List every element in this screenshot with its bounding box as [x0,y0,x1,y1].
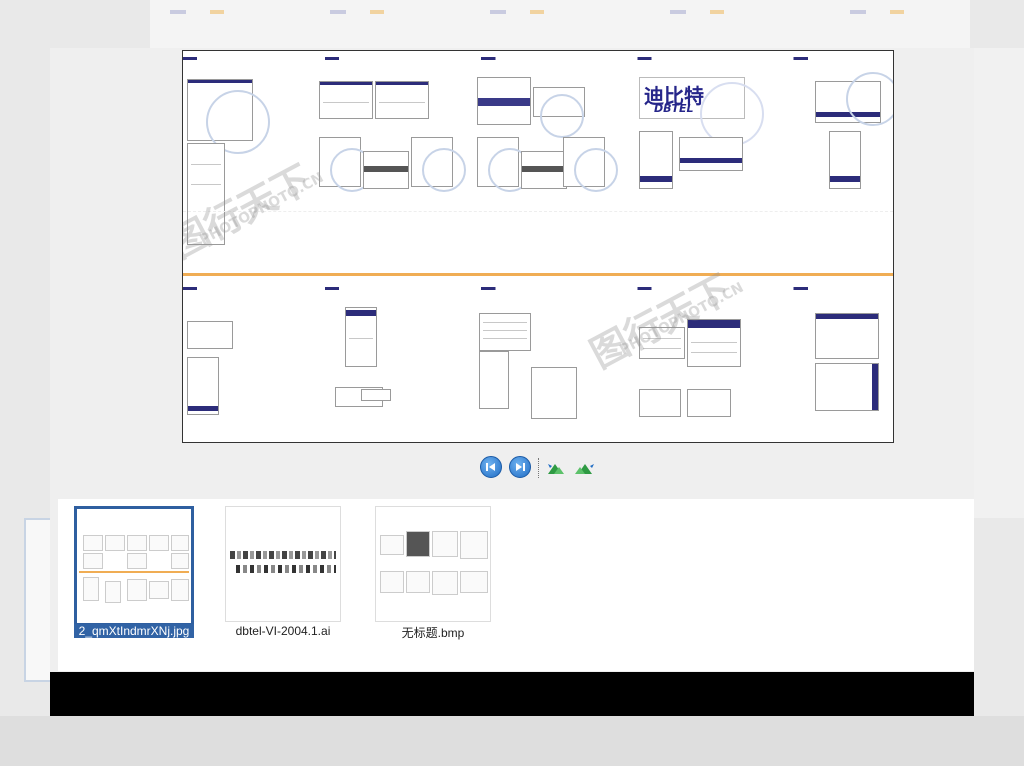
thumbnail-1[interactable] [74,506,194,626]
rotate-counterclockwise-button[interactable] [546,460,568,476]
background-page-strip [150,0,970,49]
brand-name-en: DBTEL [654,102,694,115]
next-button[interactable] [509,456,531,478]
previous-button[interactable] [480,456,502,478]
thumbnail-strip: 2_qmXtIndmrXNj.jpg dbtel-VI-2004.1.ai 无标… [58,499,974,671]
status-bar [50,672,974,716]
thumbnail-3-label[interactable]: 无标题.bmp [375,624,491,641]
rotate-clockwise-button[interactable] [574,460,596,476]
thumbnail-3[interactable] [375,506,491,622]
background-thumbnail [24,518,52,682]
image-viewer-window: 迪比特 DBTEL 图行天下 PHOTOPHOTO.CN 图行天下 PHOTOP… [50,48,974,716]
background-page-right [974,48,1024,518]
rotate-counterclockwise-icon [546,463,568,480]
thumbnail-2-label[interactable]: dbtel-VI-2004.1.ai [225,624,341,638]
toolbar-separator [538,458,540,478]
thumbnail-1-label[interactable]: 2_qmXtIndmrXNj.jpg [74,624,194,638]
image-preview[interactable]: 迪比特 DBTEL 图行天下 PHOTOPHOTO.CN 图行天下 PHOTOP… [182,50,894,443]
thumbnail-2[interactable] [225,506,341,622]
viewer-toolbar [480,456,640,480]
rotate-clockwise-icon [574,463,596,480]
background-page-bottom [0,716,1024,766]
